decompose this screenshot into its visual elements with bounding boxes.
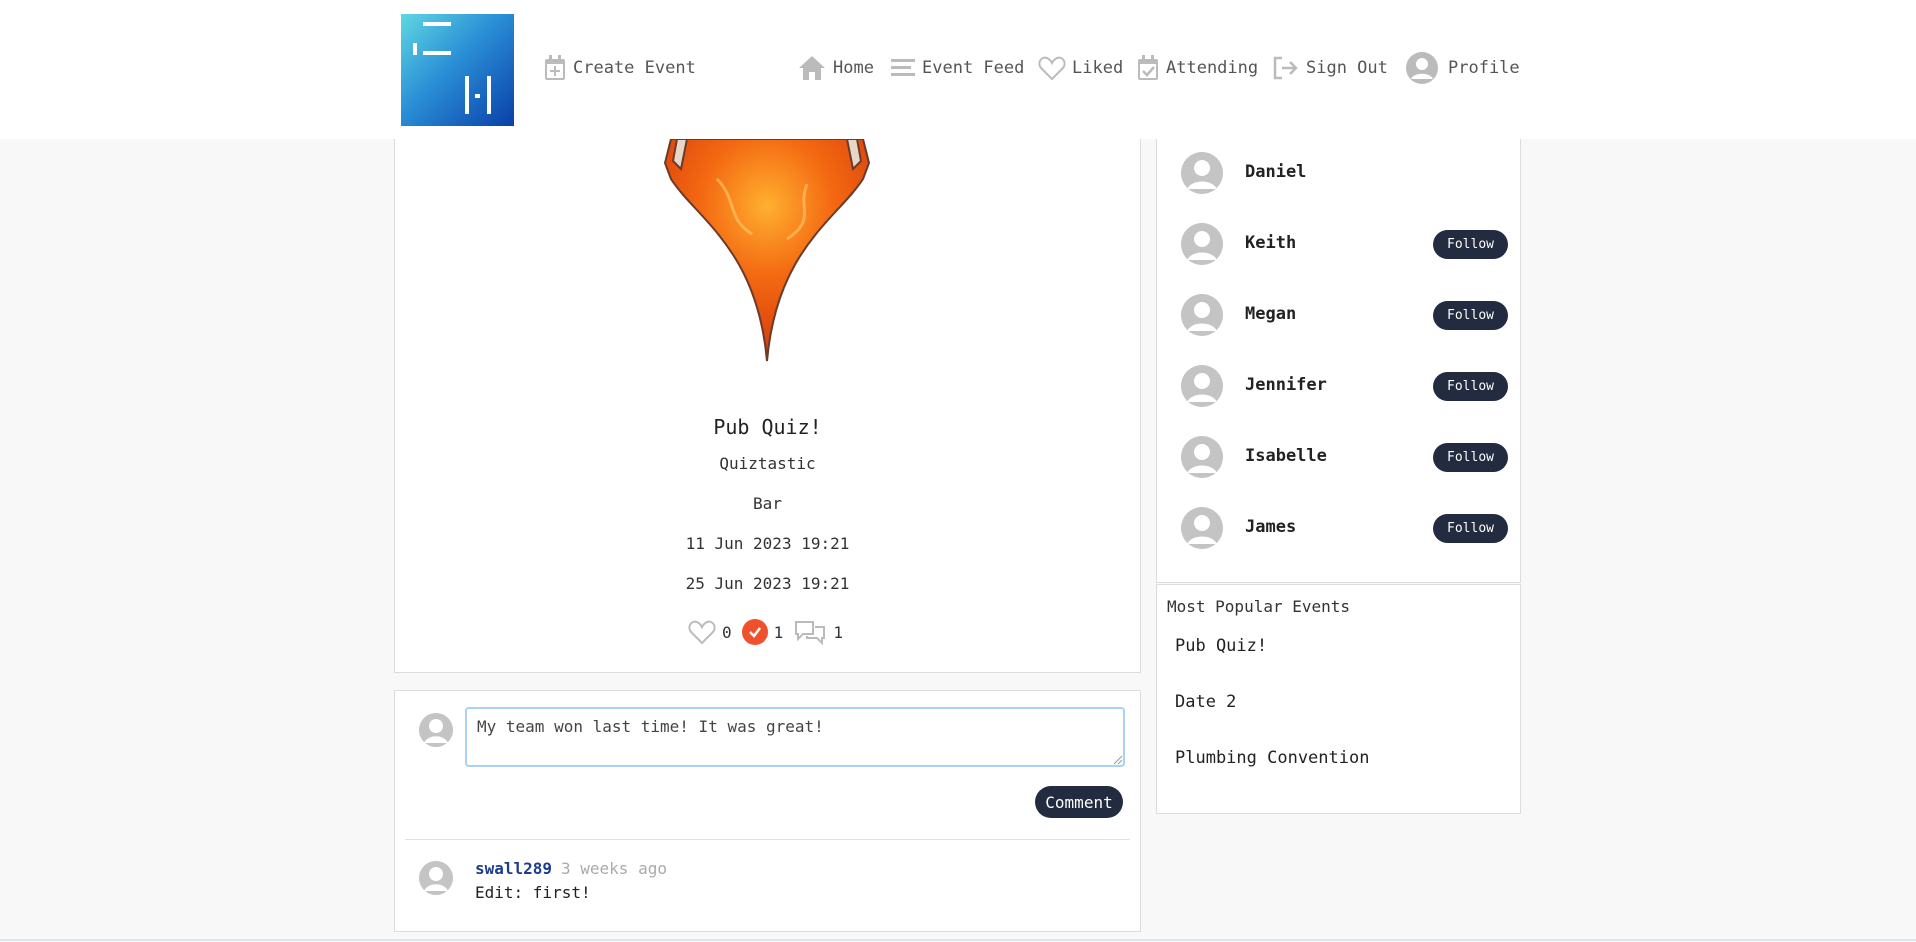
comment-text: Edit: first! (475, 883, 591, 902)
nav-home[interactable]: Home (797, 52, 874, 84)
popular-events-heading: Most Popular Events (1167, 597, 1351, 616)
divider (405, 839, 1130, 840)
comment-timestamp: 3 weeks ago (561, 859, 667, 878)
event-image (663, 139, 871, 362)
popular-event-link[interactable]: Plumbing Convention (1175, 748, 1369, 768)
home-icon (799, 56, 825, 80)
user-name[interactable]: Isabelle (1245, 446, 1327, 466)
top-navbar: Create Event Home Event Feed Liked Atten… (0, 0, 1916, 139)
resize-grip-icon[interactable] (1113, 755, 1123, 765)
suggested-users-card: Daniel Keith Follow Megan Follow Jennife… (1156, 139, 1521, 583)
nav-profile[interactable]: Profile (1406, 52, 1520, 84)
app-logo[interactable] (401, 14, 514, 126)
user-row: Megan Follow (1157, 290, 1520, 340)
nav-sign-out-label: Sign Out (1306, 58, 1388, 78)
nav-liked[interactable]: Liked (1038, 52, 1123, 84)
user-row: Keith Follow (1157, 219, 1520, 269)
user-avatar[interactable] (1181, 294, 1223, 336)
user-avatar[interactable] (1181, 223, 1223, 265)
user-row: Daniel (1157, 148, 1520, 198)
comment-count: 1 (833, 622, 843, 642)
user-name[interactable]: Jennifer (1245, 375, 1327, 395)
page-bottom-border (0, 939, 1916, 941)
nav-profile-label: Profile (1448, 58, 1520, 78)
nav-create-event-label: Create Event (573, 58, 696, 78)
nav-home-label: Home (833, 58, 874, 78)
calendar-plus-icon (545, 55, 565, 80)
attending-count: 1 (773, 622, 784, 642)
comment-submit-button[interactable]: Comment (1035, 786, 1123, 818)
nav-attending[interactable]: Attending (1136, 52, 1258, 84)
follow-button[interactable]: Follow (1433, 443, 1508, 472)
user-row: James Follow (1157, 503, 1520, 553)
attend-check-icon[interactable] (741, 619, 768, 645)
list-icon (891, 59, 915, 76)
calendar-check-icon (1138, 55, 1158, 80)
follow-button[interactable]: Follow (1433, 372, 1508, 401)
user-name[interactable]: Daniel (1245, 162, 1306, 182)
follow-button[interactable]: Follow (1433, 301, 1508, 330)
nav-create-event[interactable]: Create Event (543, 52, 696, 84)
user-row: Jennifer Follow (1157, 361, 1520, 411)
heart-icon (1038, 56, 1066, 81)
event-detail-card: Pub Quiz! Quiztastic Bar 11 Jun 2023 19:… (394, 139, 1141, 673)
follow-button[interactable]: Follow (1433, 230, 1508, 259)
like-count: 0 (722, 622, 732, 642)
comments-icon[interactable] (793, 618, 827, 646)
user-avatar[interactable] (1181, 152, 1223, 194)
popular-event-link[interactable]: Pub Quiz! (1175, 636, 1267, 656)
event-end-date: 25 Jun 2023 19:21 (685, 574, 850, 593)
comments-section: Comment swall289 3 weeks ago Edit: first… (394, 690, 1141, 932)
event-host: Quiztastic (719, 454, 816, 473)
user-name[interactable]: Megan (1245, 304, 1296, 324)
user-avatar[interactable] (1181, 365, 1223, 407)
event-start-date: 11 Jun 2023 19:21 (685, 534, 850, 553)
event-stats: 0 1 1 (395, 618, 1140, 646)
sign-out-icon (1273, 56, 1298, 80)
nav-sign-out[interactable]: Sign Out (1272, 52, 1388, 84)
user-name[interactable]: James (1245, 517, 1296, 537)
event-venue: Bar (753, 494, 782, 513)
nav-event-feed[interactable]: Event Feed (890, 52, 1024, 84)
current-user-avatar (419, 713, 453, 747)
event-title: Pub Quiz! (713, 415, 822, 439)
comment-author-avatar (419, 861, 453, 895)
user-row: Isabelle Follow (1157, 432, 1520, 482)
like-heart-icon[interactable] (688, 619, 716, 645)
user-avatar[interactable] (1181, 436, 1223, 478)
user-name[interactable]: Keith (1245, 233, 1296, 253)
popular-events-card: Most Popular Events Pub Quiz! Date 2 Plu… (1156, 584, 1521, 814)
profile-avatar-icon (1406, 52, 1438, 84)
follow-button[interactable]: Follow (1433, 514, 1508, 543)
popular-event-link[interactable]: Date 2 (1175, 692, 1236, 712)
nav-liked-label: Liked (1072, 58, 1124, 78)
nav-event-feed-label: Event Feed (922, 58, 1025, 78)
comment-input[interactable] (465, 707, 1125, 767)
comment-username[interactable]: swall289 (475, 859, 552, 878)
user-avatar[interactable] (1181, 507, 1223, 549)
nav-attending-label: Attending (1166, 58, 1259, 78)
